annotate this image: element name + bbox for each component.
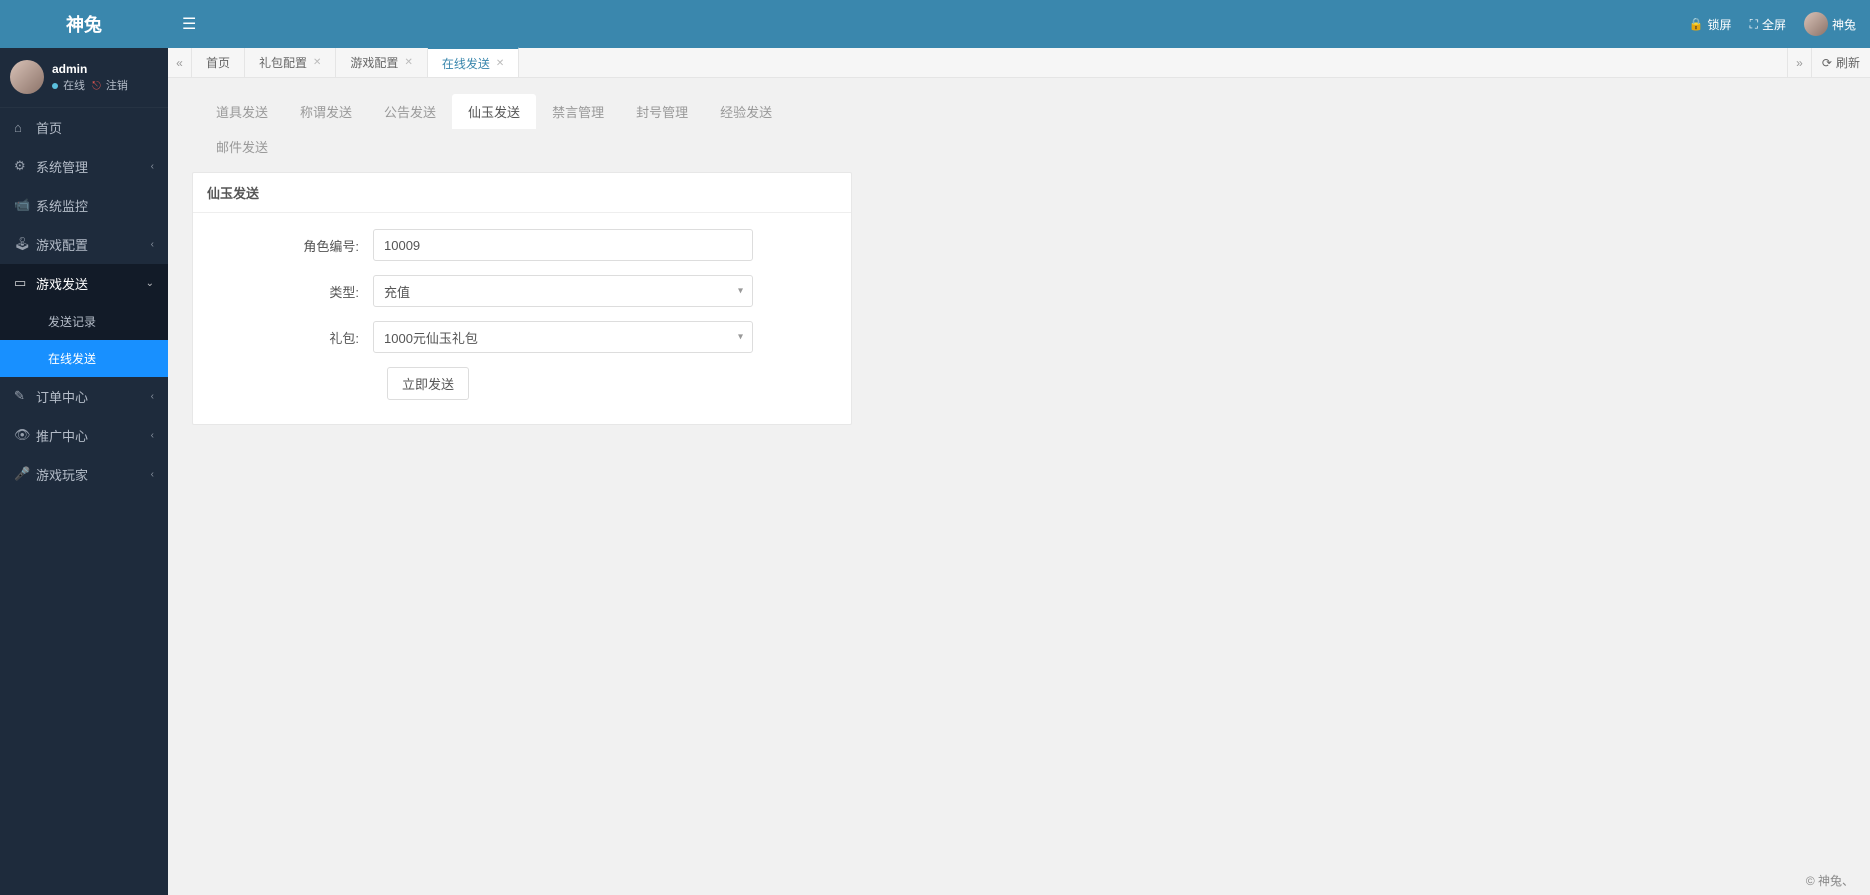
refresh-icon: ⟳ xyxy=(1822,56,1832,70)
chevron-left-icon: ‹ xyxy=(151,161,154,172)
sidebar-item-label: 系统管理 xyxy=(36,157,88,176)
chevron-left-icon: ‹ xyxy=(151,391,154,402)
sidebar-item-label: 推广中心 xyxy=(36,426,88,445)
chevron-left-icon: ‹ xyxy=(151,239,154,250)
panel-title: 仙玉发送 xyxy=(193,173,851,213)
subtab-公告发送[interactable]: 公告发送 xyxy=(368,94,452,129)
role-label: 角色编号: xyxy=(213,236,373,255)
card-icon: ▭ xyxy=(14,275,30,291)
camera-icon: 📹 xyxy=(14,197,30,213)
pack-label: 礼包: xyxy=(213,328,373,347)
sidebar-item-label: 游戏发送 xyxy=(36,274,88,293)
sidebar-item-订单中心[interactable]: ✎ 订单中心 ‹ xyxy=(0,377,168,416)
sidebar-item-游戏玩家[interactable]: 🎤 游戏玩家 ‹ xyxy=(0,455,168,494)
magic-icon: ✎ xyxy=(14,388,30,404)
sidebar-item-label: 游戏配置 xyxy=(36,235,88,254)
gear-icon: ⚙ xyxy=(14,158,30,174)
avatar xyxy=(1804,12,1828,36)
sidebar-item-label: 订单中心 xyxy=(36,387,88,406)
tab-礼包配置[interactable]: 礼包配置 ✕ xyxy=(245,48,336,77)
fullscreen-label: 全屏 xyxy=(1762,16,1786,33)
tab-label: 礼包配置 xyxy=(259,54,307,71)
tab-label: 首页 xyxy=(206,54,230,71)
tab-在线发送[interactable]: 在线发送 ✕ xyxy=(428,47,519,77)
subtabs: 道具发送称谓发送公告发送仙玉发送禁言管理封号管理经验发送 邮件发送 xyxy=(192,90,1846,172)
sidebar-item-label: 系统监控 xyxy=(36,196,88,215)
form-panel: 仙玉发送 角色编号: 类型: ▾ 礼包: xyxy=(192,172,852,425)
fullscreen-icon: ⛶ xyxy=(1750,17,1758,32)
lock-icon: 🔒 xyxy=(1689,17,1704,31)
type-select[interactable] xyxy=(373,275,753,307)
sidebar-subitem-在线发送[interactable]: 在线发送 xyxy=(0,340,168,377)
topbar: ☰ 🔒 锁屏 ⛶ 全屏 神兔 xyxy=(168,0,1870,48)
close-icon[interactable]: ✕ xyxy=(496,58,504,69)
dashboard-icon: 🕹 xyxy=(14,236,30,252)
topbar-user[interactable]: 神兔 xyxy=(1804,12,1856,36)
sidebar-subitem-发送记录[interactable]: 发送记录 xyxy=(0,303,168,340)
sidebar-item-label: 首页 xyxy=(36,118,62,137)
role-input[interactable] xyxy=(373,229,753,261)
subtab-经验发送[interactable]: 经验发送 xyxy=(704,94,788,129)
user-block: admin 在线 ⎋ 注销 xyxy=(0,48,168,108)
sidebar-item-系统管理[interactable]: ⚙ 系统管理 ‹ xyxy=(0,147,168,186)
brand-title: 神兔 xyxy=(0,0,168,48)
user-name: admin xyxy=(52,60,128,78)
footer-copyright: © 神兔、 xyxy=(1806,872,1854,889)
subtab-禁言管理[interactable]: 禁言管理 xyxy=(536,94,620,129)
online-dot-icon xyxy=(52,83,58,89)
subtab-邮件发送[interactable]: 邮件发送 xyxy=(200,129,284,164)
eye-icon: 👁 xyxy=(14,427,30,443)
logout-link[interactable]: 注销 xyxy=(106,80,128,92)
logout-icon: ⎋ xyxy=(92,80,101,92)
online-label: 在线 xyxy=(63,80,85,92)
submit-button[interactable]: 立即发送 xyxy=(387,367,469,400)
avatar xyxy=(10,60,44,94)
close-icon[interactable]: ✕ xyxy=(404,57,412,68)
tab-label: 游戏配置 xyxy=(350,54,398,71)
hamburger-icon[interactable]: ☰ xyxy=(182,14,196,34)
lock-button[interactable]: 🔒 锁屏 xyxy=(1689,16,1732,33)
home-icon: ⌂ xyxy=(14,120,30,135)
sidebar-item-推广中心[interactable]: 👁 推广中心 ‹ xyxy=(0,416,168,455)
subtab-道具发送[interactable]: 道具发送 xyxy=(200,94,284,129)
lock-label: 锁屏 xyxy=(1708,16,1732,33)
chevron-left-icon: ‹ xyxy=(151,430,154,441)
tab-label: 在线发送 xyxy=(442,55,490,72)
sidebar-item-label: 游戏玩家 xyxy=(36,465,88,484)
topbar-username: 神兔 xyxy=(1832,16,1856,33)
pack-select[interactable] xyxy=(373,321,753,353)
chevron-left-icon: ‹ xyxy=(151,469,154,480)
tab-首页[interactable]: 首页 xyxy=(192,48,245,77)
sidebar-item-系统监控[interactable]: 📹 系统监控 xyxy=(0,186,168,225)
close-icon[interactable]: ✕ xyxy=(313,57,321,68)
chevron-down-icon: ⌄ xyxy=(146,278,154,289)
sidebar-item-游戏配置[interactable]: 🕹 游戏配置 ‹ xyxy=(0,225,168,264)
type-label: 类型: xyxy=(213,282,373,301)
tab-scroll-right-icon[interactable]: » xyxy=(1787,48,1811,77)
refresh-label: 刷新 xyxy=(1836,54,1860,71)
mic-icon: 🎤 xyxy=(14,466,30,482)
sidebar-item-游戏发送[interactable]: ▭ 游戏发送 ⌄ xyxy=(0,264,168,303)
fullscreen-button[interactable]: ⛶ 全屏 xyxy=(1750,16,1786,33)
sidebar-item-首页[interactable]: ⌂ 首页 xyxy=(0,108,168,147)
tab-scroll-left-icon[interactable]: « xyxy=(168,48,192,77)
subtab-封号管理[interactable]: 封号管理 xyxy=(620,94,704,129)
refresh-button[interactable]: ⟳ 刷新 xyxy=(1811,48,1870,77)
subtab-仙玉发送[interactable]: 仙玉发送 xyxy=(452,94,536,129)
tabstrip: « 首页 礼包配置 ✕ 游戏配置 ✕ 在线发送 ✕ » ⟳ 刷新 xyxy=(168,48,1870,78)
subtab-称谓发送[interactable]: 称谓发送 xyxy=(284,94,368,129)
tab-游戏配置[interactable]: 游戏配置 ✕ xyxy=(336,48,427,77)
